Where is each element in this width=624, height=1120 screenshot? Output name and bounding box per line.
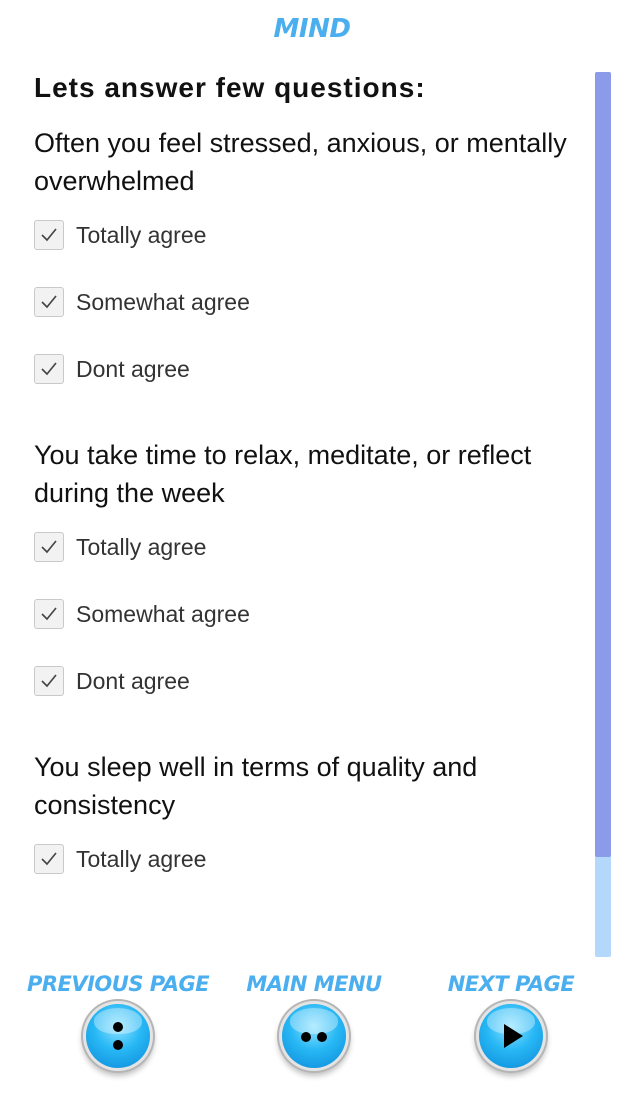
checkmark-icon: [41, 228, 57, 242]
scrollbar-thumb[interactable]: [595, 72, 611, 857]
option-label: Totally agree: [76, 533, 207, 560]
bottom-navigation: PREVIOUS PAGE MAIN MENU NEXT PAGE: [0, 972, 624, 1112]
option-totally-agree[interactable]: Totally agree: [34, 530, 574, 564]
option-dont-agree[interactable]: Dont agree: [34, 352, 574, 386]
previous-page-nav[interactable]: PREVIOUS PAGE: [23, 972, 213, 1068]
main-menu-label: MAIN MENU: [246, 972, 382, 996]
checkmark-icon: [41, 295, 57, 309]
option-label: Somewhat agree: [76, 600, 250, 627]
question-text: You sleep well in terms of quality and c…: [34, 752, 478, 820]
checkmark-icon: [41, 674, 57, 688]
checkbox[interactable]: [34, 599, 64, 629]
question-text: Often you feel stressed, anxious, or men…: [34, 128, 567, 196]
option-label: Totally agree: [76, 221, 207, 248]
horizontal-dots-icon: [301, 1032, 327, 1042]
survey-prompt: Lets answer few questions:: [34, 72, 426, 103]
option-label: Dont agree: [76, 355, 190, 382]
next-page-nav[interactable]: NEXT PAGE: [416, 972, 606, 1068]
next-page-label: NEXT PAGE: [447, 972, 575, 996]
app-title: MIND: [273, 14, 351, 44]
checkbox[interactable]: [34, 666, 64, 696]
question-block: Often you feel stressed, anxious, or men…: [34, 124, 574, 386]
question-block: You take time to relax, meditate, or ref…: [34, 436, 574, 698]
main-menu-button[interactable]: [282, 1004, 346, 1068]
question-block: You sleep well in terms of quality and c…: [34, 748, 574, 876]
checkbox[interactable]: [34, 287, 64, 317]
question-text: You take time to relax, meditate, or ref…: [34, 440, 532, 508]
next-page-button[interactable]: [479, 1004, 543, 1068]
option-label: Somewhat agree: [76, 288, 250, 315]
previous-page-label: PREVIOUS PAGE: [26, 972, 210, 996]
survey-scroll-area[interactable]: Lets answer few questions: Often you fee…: [34, 70, 574, 960]
checkmark-icon: [41, 540, 57, 554]
checkbox[interactable]: [34, 844, 64, 874]
main-menu-nav[interactable]: MAIN MENU: [219, 972, 409, 1068]
vertical-dots-icon: [113, 1022, 123, 1050]
play-icon: [504, 1024, 523, 1048]
option-label: Totally agree: [76, 845, 207, 872]
option-somewhat-agree[interactable]: Somewhat agree: [34, 597, 574, 631]
option-totally-agree[interactable]: Totally agree: [34, 842, 574, 876]
checkmark-icon: [41, 852, 57, 866]
checkbox[interactable]: [34, 220, 64, 250]
scrollbar-track[interactable]: [595, 72, 611, 957]
checkmark-icon: [41, 607, 57, 621]
option-totally-agree[interactable]: Totally agree: [34, 218, 574, 252]
option-dont-agree[interactable]: Dont agree: [34, 664, 574, 698]
checkmark-icon: [41, 362, 57, 376]
option-somewhat-agree[interactable]: Somewhat agree: [34, 285, 574, 319]
previous-page-button[interactable]: [86, 1004, 150, 1068]
checkbox[interactable]: [34, 354, 64, 384]
checkbox[interactable]: [34, 532, 64, 562]
option-label: Dont agree: [76, 667, 190, 694]
